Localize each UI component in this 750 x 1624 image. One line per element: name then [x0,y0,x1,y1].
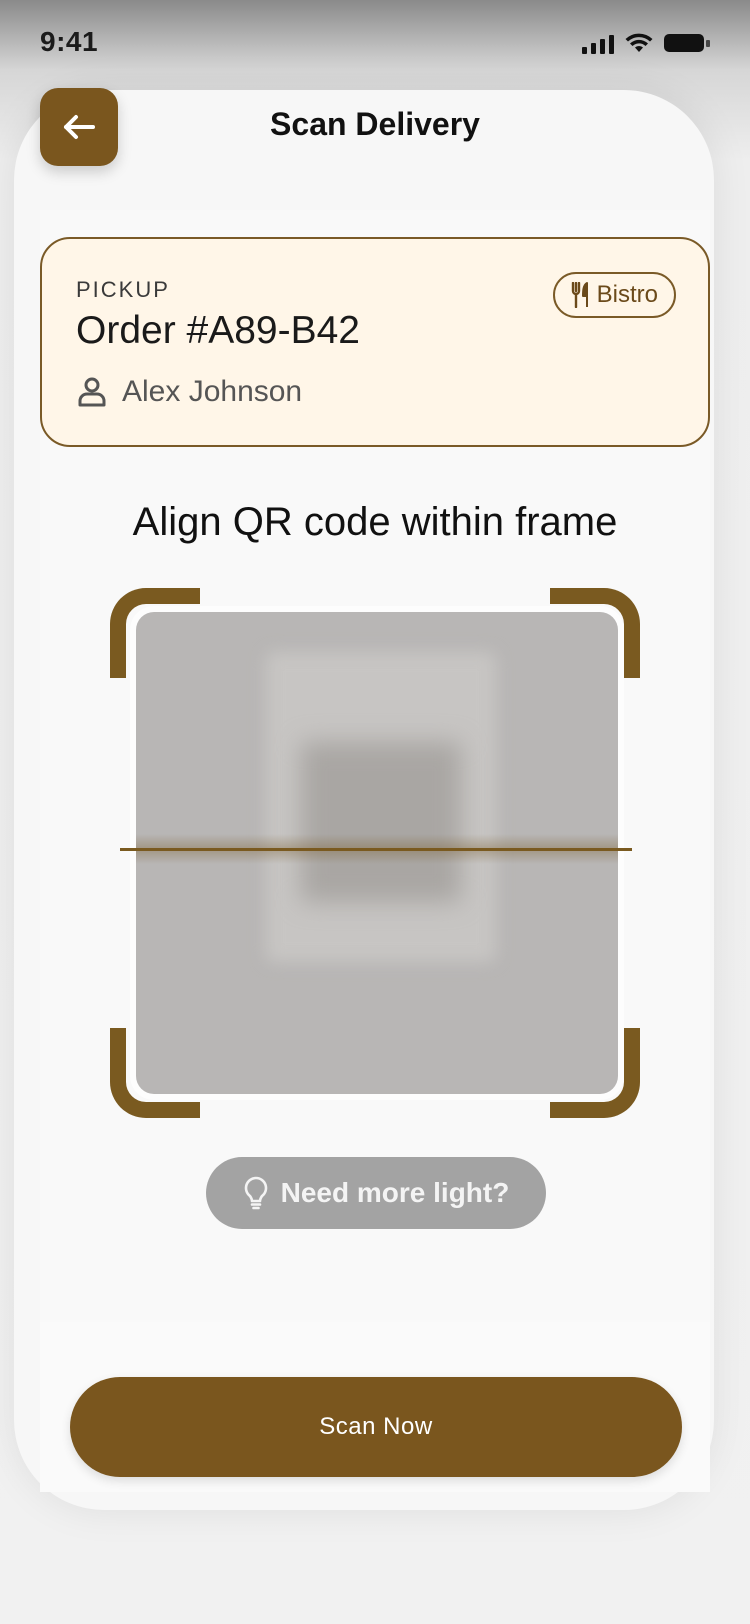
battery-icon [664,32,710,54]
customer-row: Alex Johnson [76,375,302,409]
user-icon [78,377,106,407]
status-bar: 9:41 [0,0,750,90]
wifi-icon [625,33,653,52]
frame-corner-bottom-right [550,1028,640,1118]
scan-delivery-screen: 9:41 Scan Delivery PICKUP Order #A89-B42 [0,0,750,1624]
need-light-label: Need more light? [280,1177,510,1208]
vendor-badge: Bistro [552,272,676,318]
order-type-label: PICKUP [76,277,170,302]
lightbulb-icon [244,1176,267,1210]
status-icons [582,32,710,54]
frame-corner-top-right [550,588,640,678]
scan-instruction: Align QR code within frame [132,500,618,544]
scan-line [120,848,632,851]
order-number: Order #A89-B42 [76,309,360,352]
utensils-icon [571,282,588,308]
scan-now-label: Scan Now [319,1413,433,1440]
need-light-button[interactable]: Need more light? [206,1157,546,1229]
qr-scan-frame [110,588,640,1118]
customer-name: Alex Johnson [122,375,303,408]
vendor-label: Bistro [596,281,658,308]
frame-corner-bottom-left [110,1028,200,1118]
scan-now-button[interactable]: Scan Now [70,1377,682,1477]
frame-corner-top-left [110,588,200,678]
page-title: Scan Delivery [270,106,480,142]
cellular-signal-icon [582,34,614,54]
order-card: PICKUP Order #A89-B42 Alex Johnson Bistr… [40,237,710,447]
status-time: 9:41 [40,26,99,57]
